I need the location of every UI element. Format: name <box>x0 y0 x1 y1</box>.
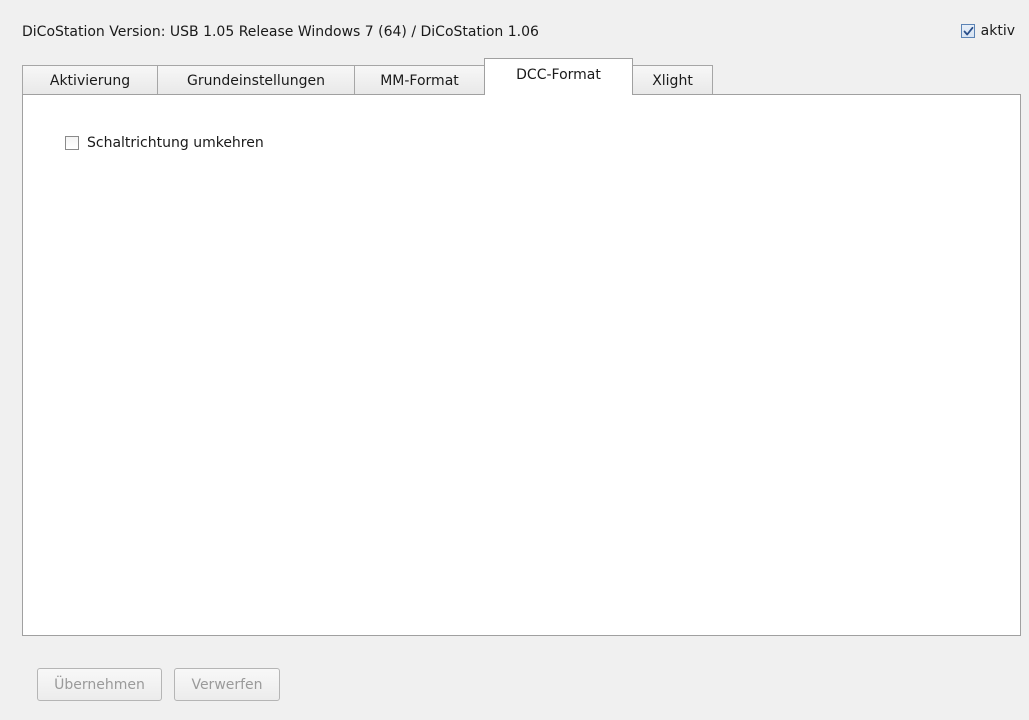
tab-grundeinstellungen[interactable]: Grundeinstellungen <box>157 65 355 95</box>
checkbox-unchecked-icon[interactable] <box>65 136 79 150</box>
aktiv-toggle[interactable]: aktiv <box>960 23 1015 39</box>
tab-aktivierung[interactable]: Aktivierung <box>22 65 158 95</box>
apply-button[interactable]: Übernehmen <box>37 668 162 701</box>
tab-xlight[interactable]: Xlight <box>632 65 713 95</box>
aktiv-label: aktiv <box>980 23 1015 39</box>
tab-mm-format[interactable]: MM-Format <box>354 65 485 95</box>
discard-button[interactable]: Verwerfen <box>174 668 280 701</box>
version-info: DiCoStation Version: USB 1.05 Release Wi… <box>22 24 539 40</box>
checkbox-checked-icon[interactable] <box>960 24 975 38</box>
schaltrichtung-label: Schaltrichtung umkehren <box>87 135 264 151</box>
tab-dcc-format[interactable]: DCC-Format <box>484 58 633 95</box>
schaltrichtung-option[interactable]: Schaltrichtung umkehren <box>65 135 264 151</box>
dcc-format-panel: Schaltrichtung umkehren <box>22 94 1021 636</box>
tab-bar: Aktivierung Grundeinstellungen MM-Format… <box>22 58 713 95</box>
checkmark-icon <box>963 26 974 36</box>
